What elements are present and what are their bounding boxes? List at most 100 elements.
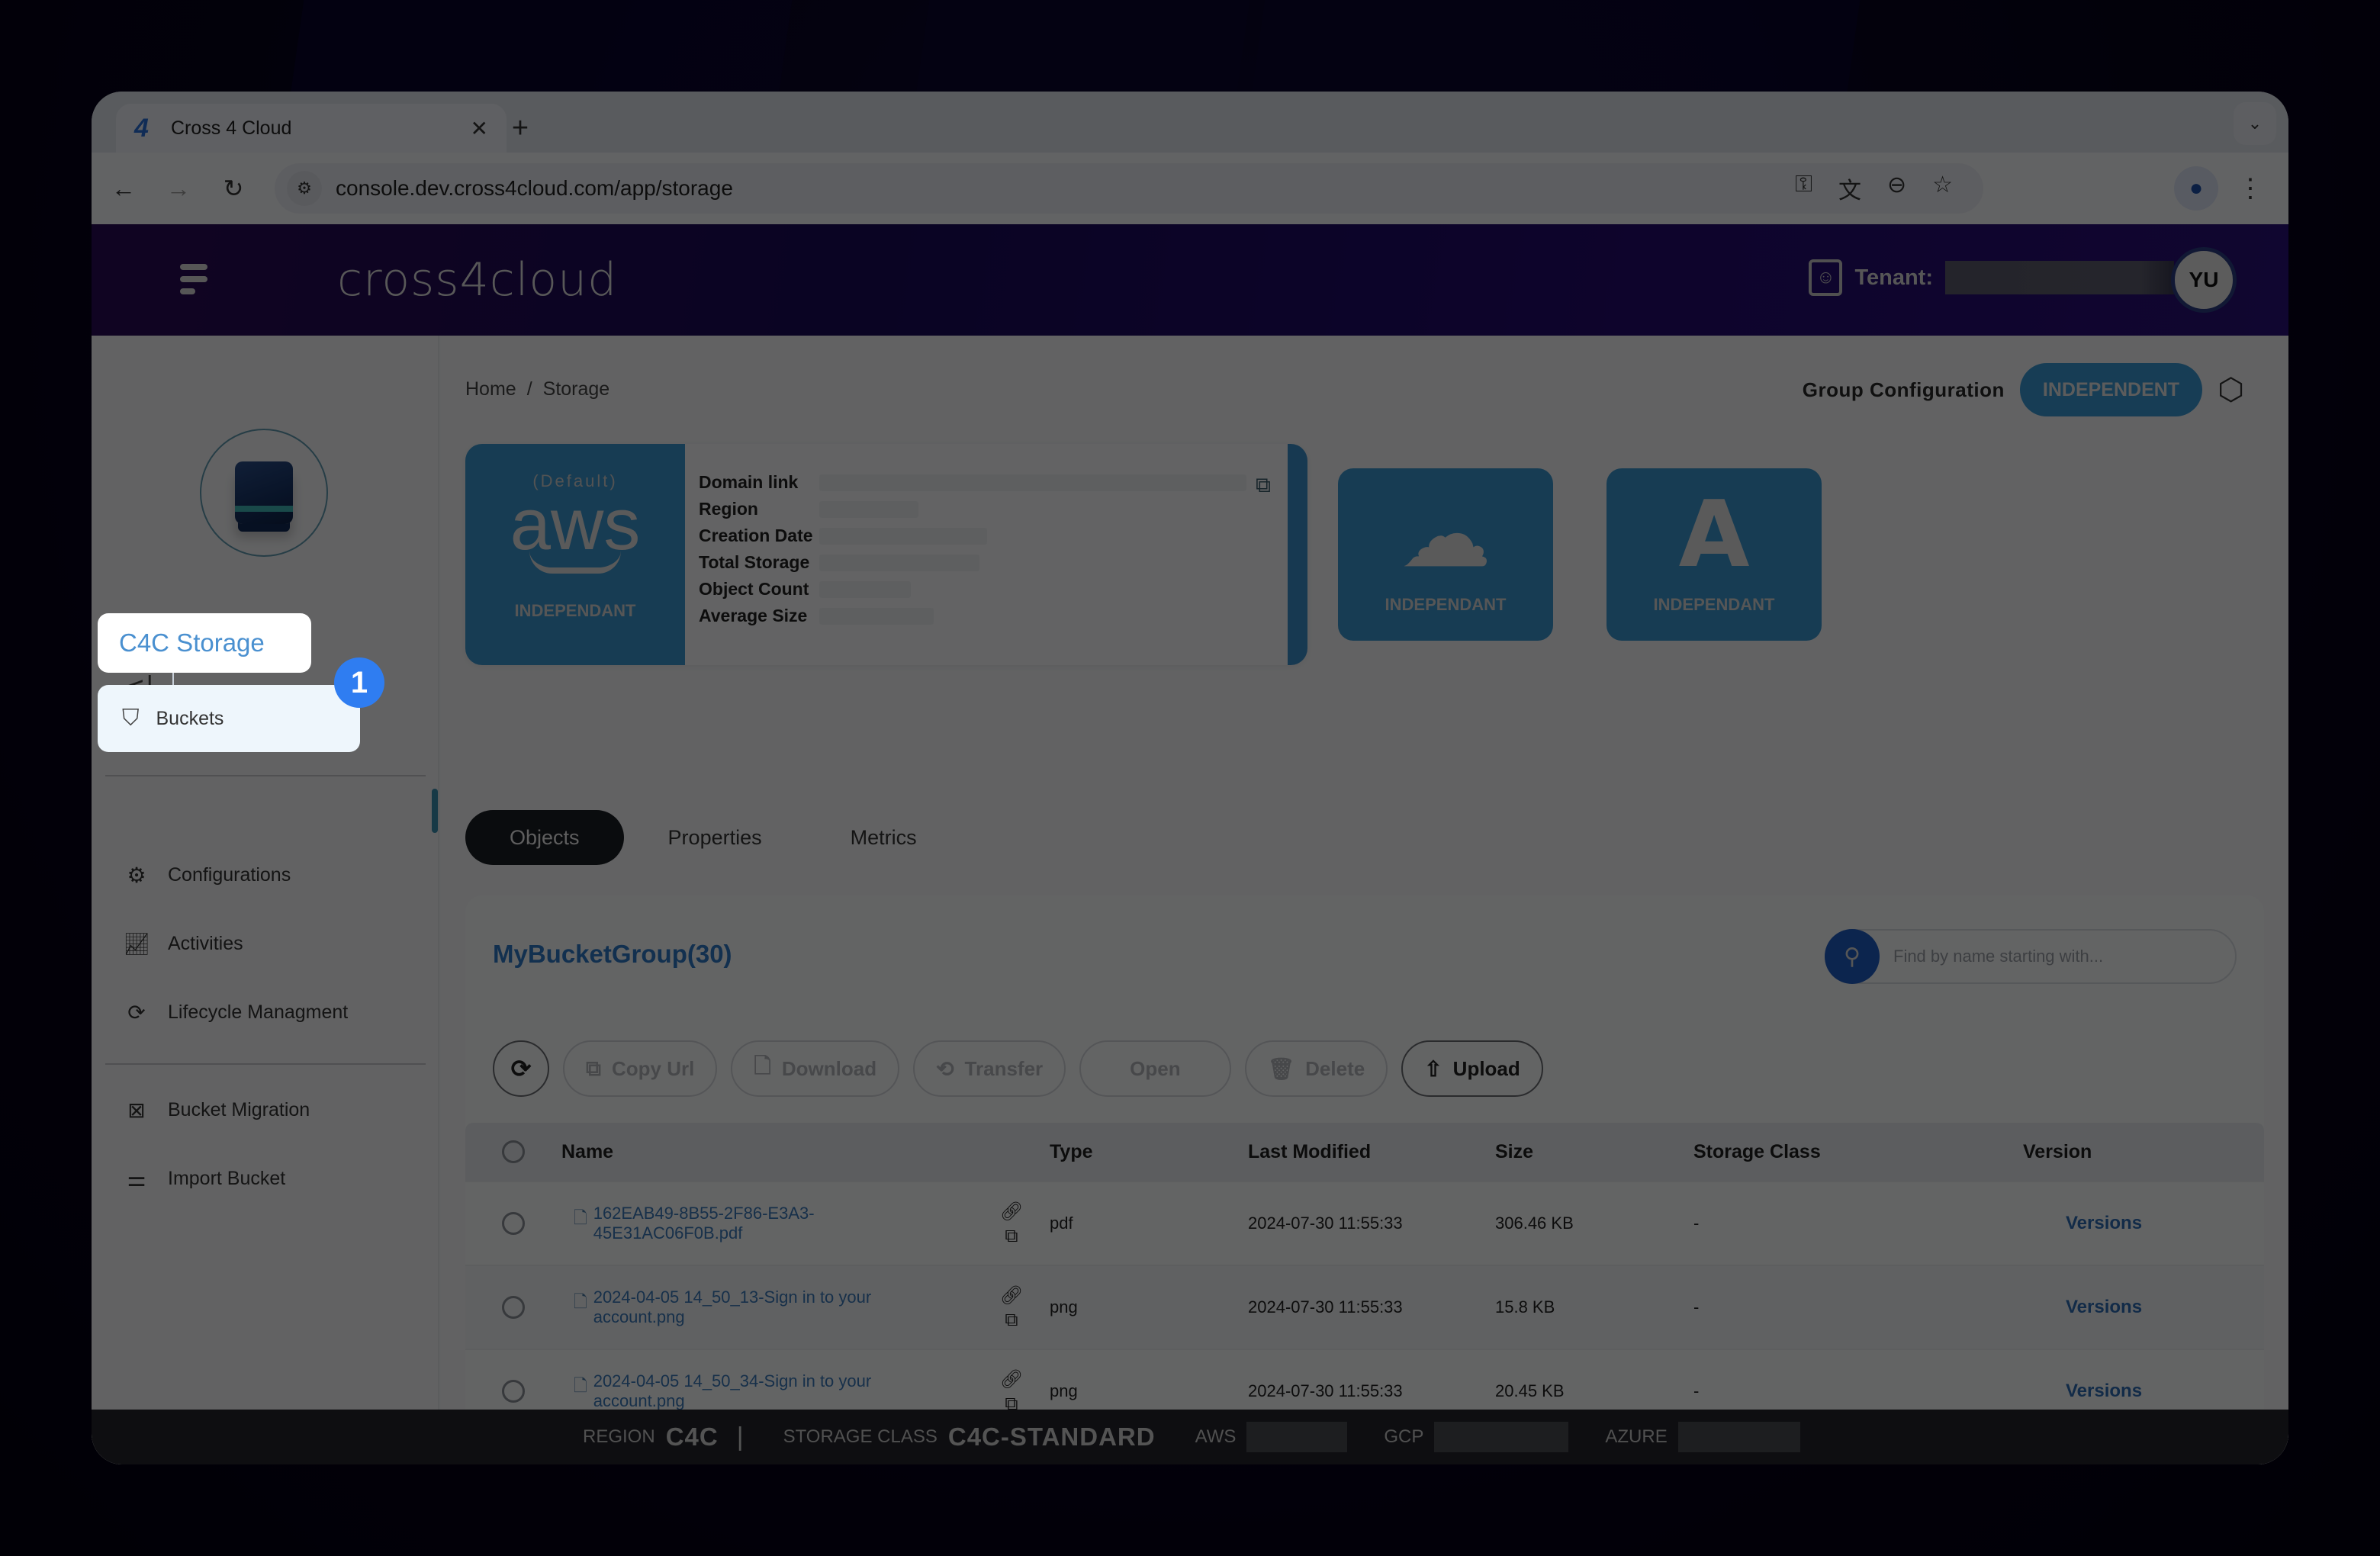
brand-logo[interactable]: cross4cloud xyxy=(337,253,617,307)
row-select-radio[interactable] xyxy=(502,1212,525,1235)
row-select-radio[interactable] xyxy=(502,1296,525,1319)
action-toolbar: ⟳ ⧉ Copy Url 🗋 Download ⟲ Transfer Open 🗑︎ D… xyxy=(493,1040,1543,1097)
creation-date-value xyxy=(819,528,987,545)
key-icon[interactable]: ⚿ xyxy=(1795,172,1812,205)
more-vertical-icon[interactable]: ⋮ xyxy=(2235,166,2266,211)
star-icon[interactable]: ☆ xyxy=(1932,172,1953,205)
sidebar-item-label: Lifecycle Managment xyxy=(168,1001,349,1023)
versions-link[interactable]: Versions xyxy=(2023,1213,2142,1233)
address-bar[interactable]: ⚙ console.dev.cross4cloud.com/app/storag… xyxy=(275,163,1983,214)
chevron-down-icon[interactable]: ⌄ xyxy=(2234,102,2276,145)
tab-title: Cross 4 Cloud xyxy=(171,117,292,139)
copy-icon[interactable]: ⧉ xyxy=(1256,473,1271,498)
aws-state-label: INDEPENDANT xyxy=(514,601,636,620)
file-size: 15.8 KB xyxy=(1495,1297,1555,1316)
region-value: C4C xyxy=(665,1423,719,1451)
link-icon[interactable]: 🔗︎ xyxy=(1000,1284,1023,1307)
refresh-button[interactable]: ⟳ xyxy=(493,1040,549,1097)
region-value xyxy=(819,501,918,518)
column-last-modified[interactable]: Last Modified xyxy=(1248,1141,1371,1162)
bucket-group-title: MyBucketGroup(30) xyxy=(493,940,732,968)
browser-window: 4 Cross 4 Cloud ✕ + ⌄ ← → ↻ ⚙ console.de… xyxy=(92,92,2288,1464)
column-storage-class[interactable]: Storage Class xyxy=(1693,1141,1821,1162)
tenant-selector[interactable]: ☺ Tenant: xyxy=(1809,259,2174,296)
last-modified: 2024-07-30 11:55:33 xyxy=(1248,1214,1403,1233)
gcp-provider-card[interactable]: ☁ INDEPENDANT xyxy=(1338,468,1553,641)
close-icon[interactable]: ✕ xyxy=(471,116,488,141)
sidebar-item-bucket-migration[interactable]: ⊠ Bucket Migration xyxy=(124,1097,310,1123)
url-text[interactable]: console.dev.cross4cloud.com/app/storage xyxy=(336,176,1795,201)
copy-icon[interactable]: ⧉ xyxy=(1005,1226,1018,1247)
row-select-radio[interactable] xyxy=(502,1380,525,1403)
zoom-out-icon[interactable]: ⊖ xyxy=(1887,172,1906,205)
select-all-radio[interactable] xyxy=(502,1140,525,1163)
search-icon[interactable]: ⚲ xyxy=(1825,929,1880,984)
breadcrumb-home[interactable]: Home xyxy=(465,378,516,400)
browser-profile-icon[interactable]: ● xyxy=(2174,166,2218,211)
search-input[interactable] xyxy=(1893,947,2214,966)
browser-toolbar: ← → ↻ ⚙ console.dev.cross4cloud.com/app/… xyxy=(92,153,2288,224)
download-button[interactable]: 🗋 Download xyxy=(731,1040,900,1097)
azure-icon: A xyxy=(1678,482,1750,588)
column-name[interactable]: Name xyxy=(561,1141,613,1163)
column-type[interactable]: Type xyxy=(1050,1141,1093,1162)
transfer-button[interactable]: ⟲ Transfer xyxy=(913,1040,1066,1097)
hex-settings-icon[interactable]: ⬡ xyxy=(2218,372,2244,407)
sidebar-section-title: C4C Storage xyxy=(98,613,311,673)
sidebar-item-import-bucket[interactable]: ⚌ Import Bucket xyxy=(124,1165,285,1191)
aws-provider-card[interactable]: (Default) aws INDEPENDANT Domain link Re… xyxy=(465,444,1307,665)
region-label: REGION xyxy=(583,1426,655,1447)
sidebar-item-lifecycle[interactable]: ⟳ Lifecycle Managment xyxy=(124,999,348,1025)
copy-icon[interactable]: ⧉ xyxy=(1005,1310,1018,1331)
delete-button[interactable]: 🗑︎ Delete xyxy=(1244,1040,1388,1097)
translate-icon[interactable]: 文 xyxy=(1838,172,1861,205)
forward-arrow-icon[interactable]: → xyxy=(156,166,201,211)
sidebar-item-buckets[interactable]: ⛉ Buckets xyxy=(98,685,360,752)
tab-objects[interactable]: Objects xyxy=(465,810,624,865)
column-size[interactable]: Size xyxy=(1495,1141,1533,1162)
avatar[interactable]: YU xyxy=(2171,247,2237,313)
sidebar-item-label: Activities xyxy=(168,932,243,954)
file-name-link[interactable]: 2024-04-05 14_50_13-Sign in to your acco… xyxy=(593,1288,952,1327)
file-icon: 🗋 xyxy=(574,1208,587,1227)
domain-link-value xyxy=(819,474,1246,491)
sidebar-divider xyxy=(105,775,426,776)
open-label: Open xyxy=(1130,1056,1181,1080)
group-mode-button[interactable]: INDEPENDENT xyxy=(2019,363,2203,416)
gcp-cloud-icon: ☁ xyxy=(1400,482,1491,588)
azure-provider-card[interactable]: A INDEPENDANT xyxy=(1606,468,1822,641)
copy-url-button[interactable]: ⧉ Copy Url xyxy=(563,1040,718,1097)
file-icon: 🗋 xyxy=(754,1054,771,1078)
chart-line-icon: 📈︎ xyxy=(123,931,150,956)
upload-button[interactable]: ⇧ Upload xyxy=(1401,1040,1543,1097)
open-button[interactable]: Open xyxy=(1079,1040,1231,1097)
sidebar-item-activities[interactable]: 📈︎ Activities xyxy=(123,931,243,956)
transfer-label: Transfer xyxy=(964,1056,1044,1080)
aws-smile-icon xyxy=(529,551,621,574)
link-icon[interactable]: 🔗︎ xyxy=(1000,1368,1023,1390)
link-icon[interactable]: 🔗︎ xyxy=(1000,1201,1023,1223)
back-arrow-icon[interactable]: ← xyxy=(101,166,146,211)
file-type: png xyxy=(1050,1381,1078,1400)
sidebar-item-label: Bucket Migration xyxy=(168,1098,310,1120)
bucket-icon: ⛉ xyxy=(122,706,140,731)
reload-icon[interactable]: ↻ xyxy=(211,166,256,211)
site-settings-icon[interactable]: ⚙ xyxy=(287,171,322,206)
table-row[interactable]: 🗋 162EAB49-8B55-2F86-E3A3-45E31AC06F0B.pd… xyxy=(465,1181,2264,1265)
file-name-link[interactable]: 162EAB49-8B55-2F86-E3A3-45E31AC06F0B.pdf xyxy=(593,1204,952,1243)
tab-properties[interactable]: Properties xyxy=(624,810,806,865)
tab-metrics[interactable]: Metrics xyxy=(806,810,961,865)
hamburger-menu-icon[interactable] xyxy=(180,264,207,294)
versions-link[interactable]: Versions xyxy=(2023,1381,2142,1401)
versions-link[interactable]: Versions xyxy=(2023,1297,2142,1317)
browser-tabbar: 4 Cross 4 Cloud ✕ + ⌄ xyxy=(92,92,2288,153)
file-size: 306.46 KB xyxy=(1495,1214,1574,1233)
sidebar-item-configurations[interactable]: ⚙ Configurations xyxy=(124,862,291,888)
file-size: 20.45 KB xyxy=(1495,1381,1565,1400)
new-tab-button[interactable]: + xyxy=(496,104,545,153)
browser-tab[interactable]: 4 Cross 4 Cloud ✕ xyxy=(116,104,507,153)
file-name-link[interactable]: 2024-04-05 14_50_34-Sign in to your acco… xyxy=(593,1371,952,1411)
column-version[interactable]: Version xyxy=(2023,1141,2092,1162)
c4c-logo-icon: 4 xyxy=(134,113,149,143)
table-row[interactable]: 🗋 2024-04-05 14_50_13-Sign in to your acc… xyxy=(465,1265,2264,1349)
